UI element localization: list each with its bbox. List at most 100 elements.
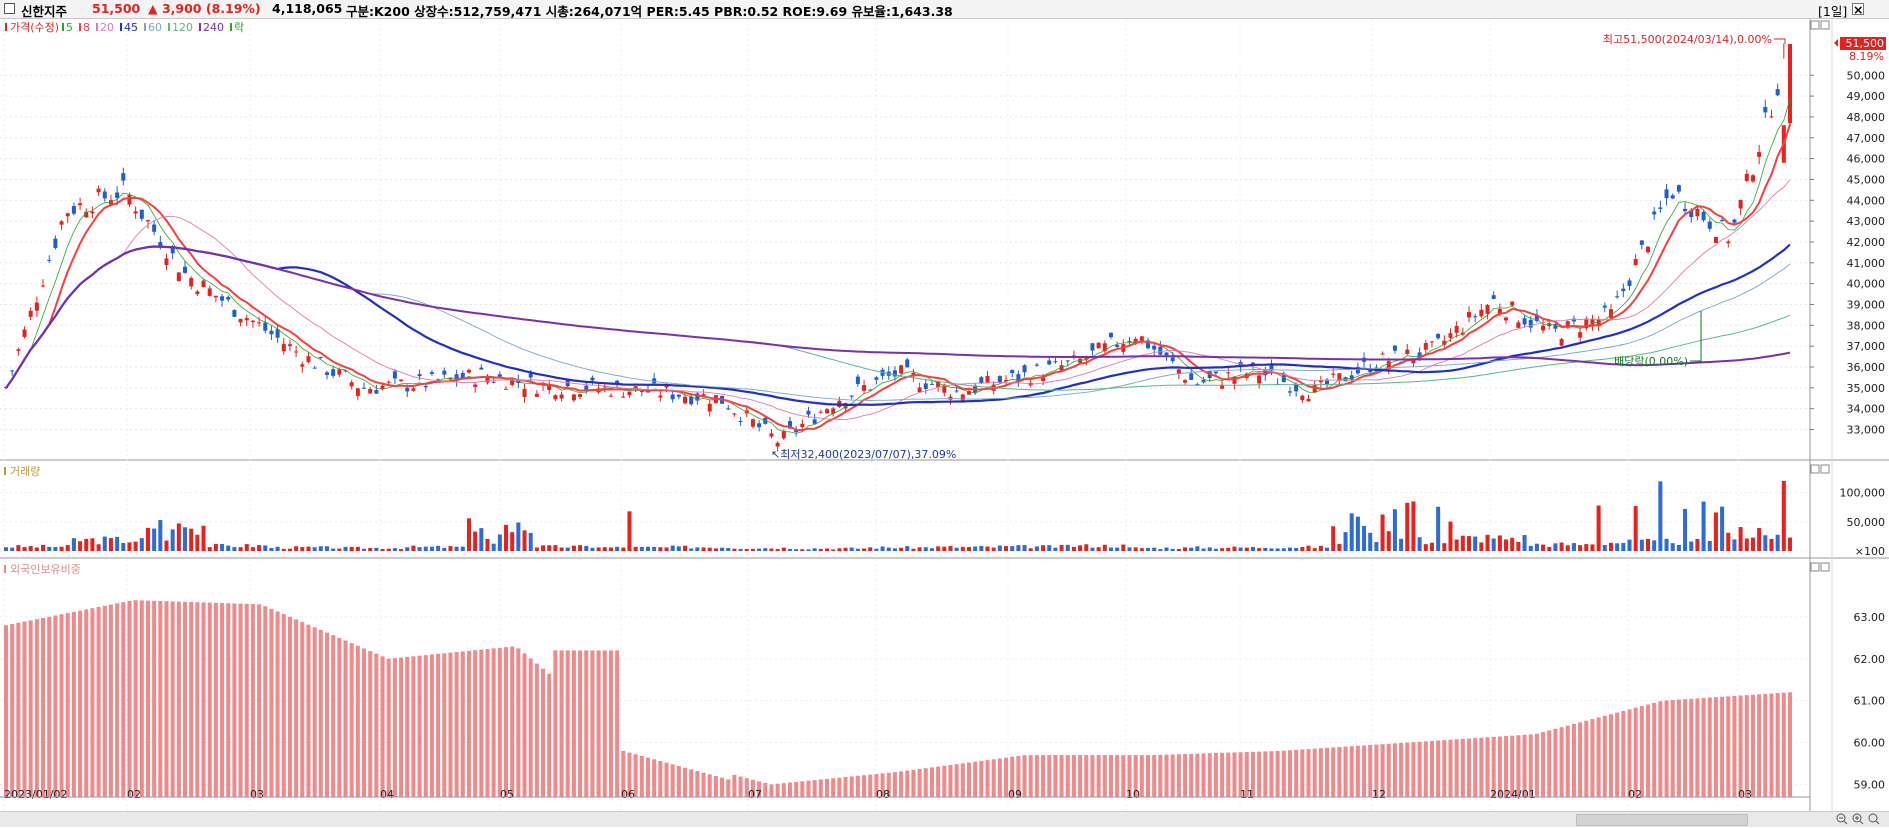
volume-bar <box>1602 545 1607 551</box>
volume-bar <box>1232 546 1237 551</box>
volume-bar <box>1176 548 1181 551</box>
candle-body <box>71 206 76 214</box>
foreign-bar <box>1084 755 1089 797</box>
volume-ytick-label: 100,000 <box>1840 487 1886 500</box>
foreign-bar <box>195 602 200 797</box>
price-ytick-label: 49,000 <box>1847 90 1886 103</box>
foreign-bar <box>1226 752 1231 797</box>
volume-bar <box>300 546 305 551</box>
zoom-reset-icon[interactable] <box>1868 813 1880 825</box>
price-ytick-label: 45,000 <box>1847 173 1886 186</box>
foreign-bar <box>355 645 360 797</box>
foreign-bar <box>812 780 817 797</box>
foreign-bar <box>84 609 89 797</box>
foreign-bar <box>1460 738 1465 797</box>
candle-body <box>1047 360 1052 365</box>
foreign-bar <box>368 651 373 797</box>
candle-body <box>670 394 675 400</box>
foreign-bar <box>1269 751 1274 797</box>
stock-chart[interactable]: 33,000 34,000 35,000 36,000 37,000 38,000 39,0… <box>0 19 1889 811</box>
price-ytick-label: 42,000 <box>1847 236 1886 249</box>
foreign-bar <box>405 656 410 797</box>
volume-bar <box>763 548 768 551</box>
volume-bar <box>1152 547 1157 551</box>
xtick-label-12: 12 <box>1372 788 1386 801</box>
candle-body <box>10 370 15 372</box>
candle-body <box>1670 195 1675 199</box>
volume-bar <box>1331 526 1336 551</box>
foreign-bar <box>1059 755 1064 797</box>
volume-bar <box>757 548 762 551</box>
foreign-bar <box>1139 755 1144 797</box>
foreign-bar <box>899 771 904 797</box>
volume-bar <box>639 546 644 551</box>
volume-bar <box>497 534 502 551</box>
foreign-ytick-label: 61.00 <box>1854 695 1886 708</box>
zoom-in-icon[interactable] <box>1852 813 1864 825</box>
volume-bar <box>127 542 132 551</box>
candle-body <box>59 221 64 225</box>
candle-body <box>1257 375 1262 384</box>
foreign-bar <box>781 783 786 797</box>
volume-bar <box>84 538 89 551</box>
scroll-thumb[interactable] <box>1576 814 1748 826</box>
close-icon[interactable]: × <box>1852 3 1864 16</box>
volume-bar <box>1263 547 1268 551</box>
foreign-bar <box>615 650 620 797</box>
foreign-bar <box>1559 727 1564 797</box>
volume-bar <box>96 544 101 551</box>
foreign-bar <box>485 648 490 797</box>
foreign-bar <box>849 776 854 797</box>
foreign-bar <box>732 774 737 797</box>
foreign-bar <box>1664 700 1669 797</box>
volume-bar <box>343 546 348 551</box>
foreign-bar <box>362 648 367 797</box>
foreign-bar <box>53 615 58 797</box>
volume-bar <box>658 547 663 551</box>
foreign-bar <box>102 605 107 797</box>
foreign-bar <box>65 613 70 797</box>
volume-bar <box>1683 508 1688 551</box>
volume-panel-title: 거래량 <box>10 465 40 478</box>
candle-body <box>318 356 323 358</box>
candle-body <box>1627 280 1632 286</box>
legend-ma-20: 20 <box>100 21 114 34</box>
foreign-bar <box>1034 755 1039 797</box>
candle-body <box>627 391 632 396</box>
volume-bar <box>473 531 478 551</box>
volume-bar <box>1522 535 1527 551</box>
candle-body <box>923 383 928 389</box>
select-checkbox[interactable] <box>4 3 15 14</box>
volume-bar <box>1244 547 1249 551</box>
candle-body <box>213 295 218 298</box>
foreign-bar <box>281 614 286 797</box>
zoom-out-icon[interactable] <box>1836 813 1848 825</box>
volume-bar <box>10 547 15 551</box>
candle-body <box>281 344 286 352</box>
volume-bar <box>1423 544 1428 551</box>
volume-ytick-label: 50,000 <box>1847 516 1886 529</box>
volume-bar <box>399 549 404 551</box>
candle-body <box>263 322 268 331</box>
volume-bar <box>1392 509 1397 551</box>
volume-bar <box>1343 532 1348 551</box>
foreign-bar <box>1781 692 1786 797</box>
candle-body <box>53 238 58 248</box>
candle-body <box>189 278 194 287</box>
foreign-bar <box>1096 755 1101 797</box>
volume-bar <box>621 547 626 551</box>
volume-bar <box>1491 538 1496 551</box>
foreign-bar <box>923 768 928 797</box>
chart-scrollbar[interactable] <box>0 811 1889 827</box>
volume-bar <box>676 546 681 551</box>
period-button[interactable]: [1일] <box>1818 1 1847 20</box>
foreign-bar <box>287 616 292 797</box>
volume-bar <box>374 547 379 551</box>
foreign-bar <box>1195 753 1200 797</box>
volume-bar <box>213 543 218 551</box>
volume-bar <box>275 546 280 551</box>
volume-bar <box>713 548 718 551</box>
legend-ma-marker <box>79 23 81 31</box>
foreign-bar <box>275 611 280 797</box>
volume-bar <box>1565 545 1570 551</box>
